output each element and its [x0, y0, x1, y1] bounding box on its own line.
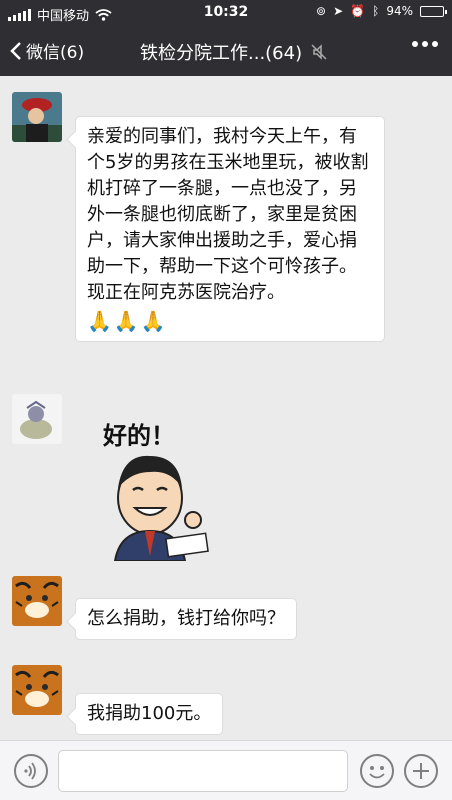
message-input[interactable] [58, 750, 348, 792]
message-text: 我捐助100元。 [87, 703, 212, 724]
mute-icon [311, 44, 327, 60]
sticker-message[interactable]: 好的！ [75, 416, 235, 562]
status-right: ⊚ ➤ ⏰ ᛒ 94% [316, 4, 447, 18]
message-bubble[interactable]: 亲爱的同事们，我村今天上午，有个5岁的男孩在玉米地里玩，被收割机打碎了一条腿，一… [75, 116, 385, 342]
nav-bar: 微信(6) 铁检分院工作...(64) [0, 26, 452, 76]
message-bubble[interactable]: 怎么捐助，钱打给你吗？ [75, 598, 297, 640]
back-label: 微信(6) [26, 43, 85, 63]
chat-title: 铁检分院工作...(64) [140, 39, 328, 65]
avatar[interactable] [12, 576, 62, 626]
plus-icon [413, 763, 429, 779]
more-icon [412, 41, 418, 47]
prayer-emoji: 🙏🙏🙏 [87, 309, 168, 333]
back-button[interactable]: 微信(6) [10, 38, 84, 63]
avatar[interactable] [12, 92, 62, 142]
message-text: 怎么捐助，钱打给你吗？ [87, 608, 285, 629]
message-text: 亲爱的同事们，我村今天上午，有个5岁的男孩在玉米地里玩，被收割机打碎了一条腿，一… [87, 126, 369, 303]
bluetooth-icon: ᛒ [372, 4, 380, 18]
add-button[interactable] [404, 754, 438, 788]
message-bubble[interactable]: 我捐助100元。 [75, 693, 224, 735]
avatar[interactable] [12, 665, 62, 715]
alarm-icon: ⏰ [350, 4, 366, 18]
sticker-caption: 好的！ [102, 422, 175, 450]
voice-button[interactable] [14, 754, 48, 788]
chevron-left-icon [10, 41, 21, 60]
avatar[interactable] [12, 394, 62, 444]
more-button[interactable] [412, 41, 438, 47]
emoji-button[interactable] [360, 754, 394, 788]
voice-icon [24, 762, 36, 780]
battery-icon [420, 5, 447, 17]
input-bar [0, 740, 452, 800]
location-icon: ➤ [333, 4, 344, 18]
status-bar: 中国移动 10:32 ⊚ ➤ ⏰ ᛒ 94% [0, 0, 452, 26]
message-list[interactable]: 亲爱的同事们，我村今天上午，有个5岁的男孩在玉米地里玩，被收割机打碎了一条腿，一… [0, 76, 452, 740]
battery-percent: 94% [386, 4, 413, 18]
chat-title-text: 铁检分院工作...(64) [140, 43, 303, 64]
screen-lock-icon: ⊚ [316, 4, 327, 18]
emoji-icon [369, 766, 385, 779]
